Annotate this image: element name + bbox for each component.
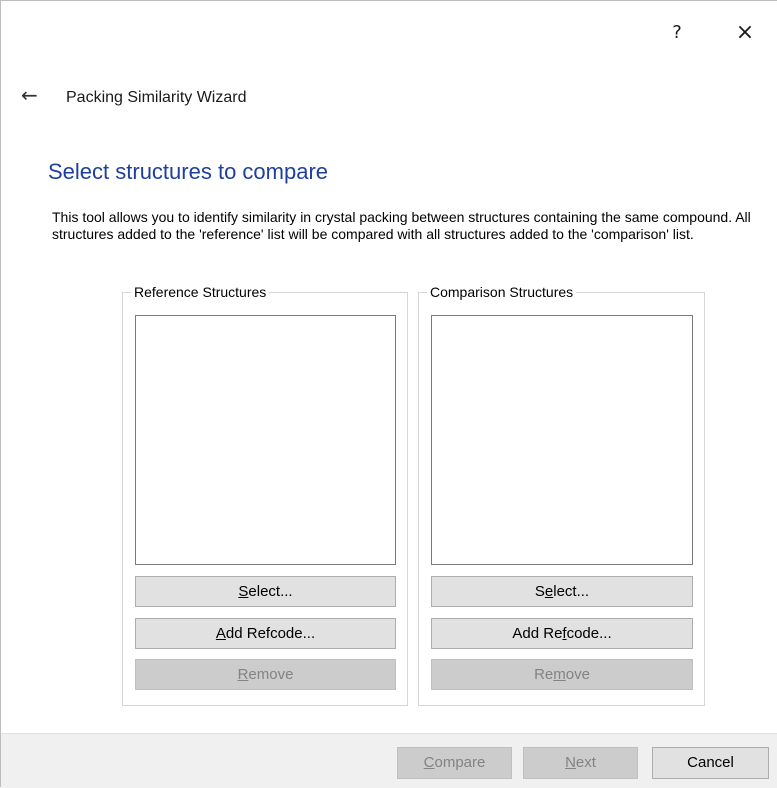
question-mark-icon[interactable]: ? — [663, 19, 691, 47]
button-text: S — [534, 583, 545, 600]
reference-structures-group: Reference Structures Select... Add Refco… — [122, 284, 408, 706]
reference-structures-list[interactable] — [135, 315, 396, 565]
button-text: code... — [566, 625, 612, 642]
mnemonic: S — [238, 583, 249, 600]
button-text: ext — [575, 754, 596, 771]
mnemonic: e — [544, 583, 554, 600]
close-icon[interactable]: × — [731, 19, 759, 47]
back-arrow-icon[interactable]: ← — [21, 85, 38, 105]
reference-select-button[interactable]: Select... — [135, 576, 396, 607]
button-text: emove — [248, 666, 294, 683]
reference-structures-label: Reference Structures — [131, 284, 270, 300]
mnemonic: A — [215, 625, 226, 642]
button-text: elect... — [248, 583, 293, 600]
comparison-structures-label: Comparison Structures — [427, 284, 577, 300]
button-text: ompare — [434, 754, 486, 771]
page-description: This tool allows you to identify similar… — [52, 209, 751, 242]
wizard-footer: Compare Next Cancel — [1, 733, 777, 788]
comparison-add-refcode-button[interactable]: Add Refcode... — [431, 618, 693, 649]
cancel-button[interactable]: Cancel — [652, 747, 769, 779]
wizard-window: ? × ← Packing Similarity Wizard Select s… — [0, 0, 777, 788]
button-text: Re — [534, 666, 554, 683]
next-button[interactable]: Next — [523, 747, 638, 779]
compare-button[interactable]: Compare — [397, 747, 512, 779]
comparison-structures-group: Comparison Structures Select... Add Refc… — [418, 284, 705, 706]
mnemonic: m — [553, 666, 566, 683]
comparison-remove-button[interactable]: Remove — [431, 659, 693, 690]
page-heading: Select structures to compare — [48, 159, 329, 184]
comparison-select-button[interactable]: Select... — [431, 576, 693, 607]
comparison-structures-list[interactable] — [431, 315, 693, 565]
mnemonic: C — [423, 754, 435, 771]
button-text: Add Re — [512, 625, 563, 642]
mnemonic: R — [237, 666, 249, 683]
mnemonic: N — [565, 754, 576, 771]
reference-remove-button[interactable]: Remove — [135, 659, 396, 690]
window-title: Packing Similarity Wizard — [66, 89, 247, 106]
button-text: dd Refcode... — [225, 625, 316, 642]
button-text: lect... — [553, 583, 590, 600]
reference-add-refcode-button[interactable]: Add Refcode... — [135, 618, 396, 649]
button-text: ove — [565, 666, 590, 683]
